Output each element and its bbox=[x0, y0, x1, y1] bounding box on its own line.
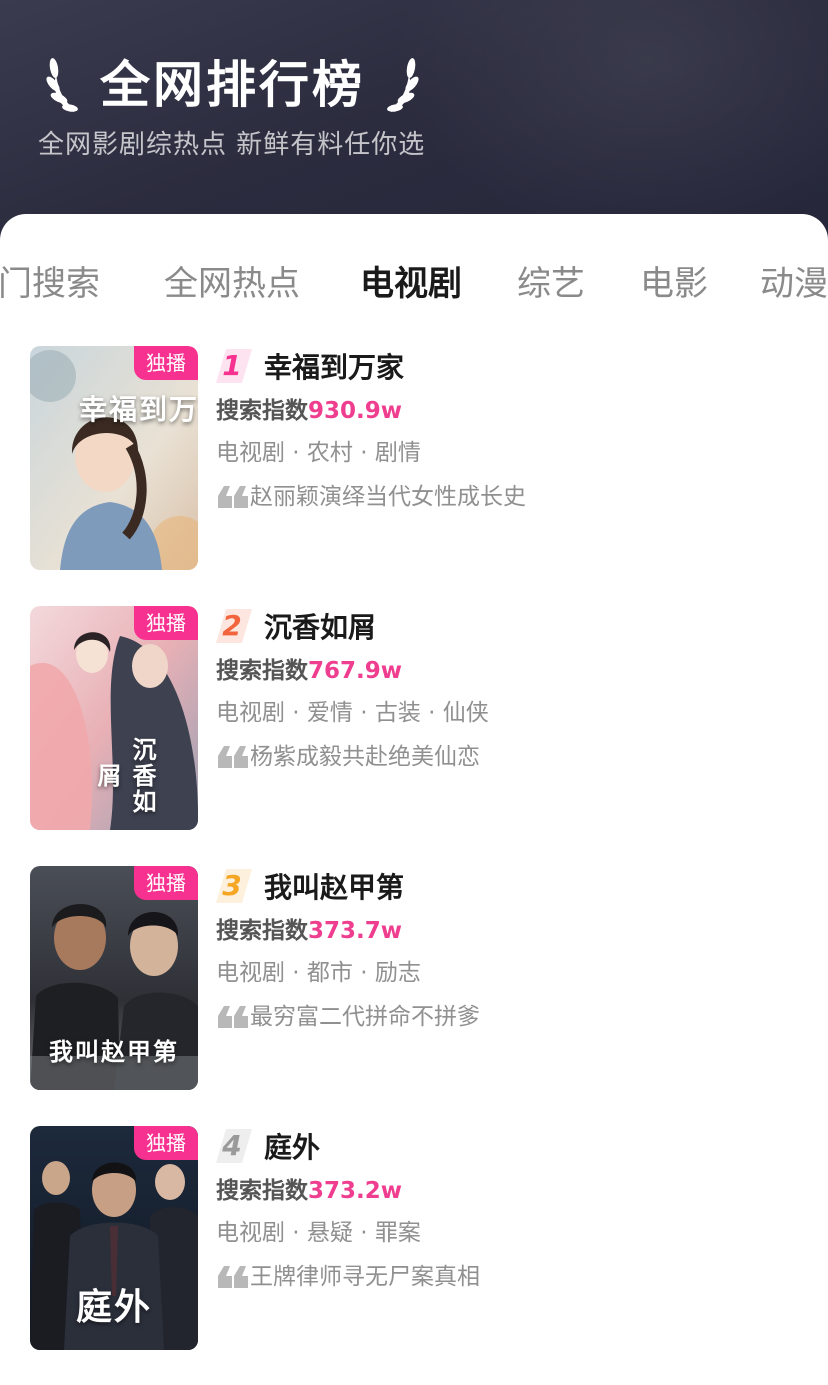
poster-title: 庭外 bbox=[75, 1286, 152, 1328]
tab-anime[interactable]: 动漫 bbox=[760, 260, 828, 308]
poster-title: 沉香如屑 bbox=[93, 737, 157, 815]
ranking-item-2[interactable]: 沉香如屑 独播 2 沉香如屑 搜索指数767.9w 电视剧 · 爱情 · 古装 … bbox=[30, 606, 800, 830]
rank-number: 2 bbox=[216, 609, 252, 643]
search-index: 搜索指数373.7w bbox=[216, 918, 402, 944]
quote-icon bbox=[218, 1006, 248, 1028]
recommend-quote: 最穷富二代拼命不拼爹 bbox=[216, 1000, 480, 1034]
genre-tags: 电视剧 · 悬疑 · 罪案 bbox=[216, 1220, 421, 1246]
rank-number: 1 bbox=[216, 349, 252, 383]
poster-title: 幸福到万家 bbox=[78, 393, 198, 426]
exclusive-badge: 独播 bbox=[134, 346, 198, 380]
poster-image[interactable]: 沉香如屑 独播 bbox=[30, 606, 198, 830]
exclusive-badge: 独播 bbox=[134, 866, 198, 900]
recommend-quote: 杨紫成毅共赴绝美仙恋 bbox=[216, 740, 480, 774]
header-glow bbox=[388, 0, 828, 240]
laurel-left-icon bbox=[46, 58, 78, 112]
content-sheet: 热门搜索 全网热点 电视剧 综艺 电影 动漫 bbox=[0, 214, 828, 1385]
genre-tags: 电视剧 · 爱情 · 古装 · 仙侠 bbox=[216, 700, 489, 726]
tab-variety[interactable]: 综艺 bbox=[517, 260, 585, 308]
tab-trending[interactable]: 全网热点 bbox=[164, 260, 300, 308]
rank-row: 1 幸福到万家 bbox=[216, 348, 404, 384]
page-title: 全网排行榜 bbox=[100, 56, 365, 114]
item-title[interactable]: 沉香如屑 bbox=[264, 606, 376, 646]
item-title[interactable]: 我叫赵甲第 bbox=[264, 866, 404, 906]
quote-icon bbox=[218, 746, 248, 768]
genre-tags: 电视剧 · 农村 · 剧情 bbox=[216, 440, 421, 466]
tab-tv-series[interactable]: 电视剧 bbox=[360, 260, 462, 308]
search-index: 搜索指数930.9w bbox=[216, 398, 402, 424]
genre-tags: 电视剧 · 都市 · 励志 bbox=[216, 960, 421, 986]
title-row: 全网排行榜 bbox=[44, 50, 421, 120]
exclusive-badge: 独播 bbox=[134, 606, 198, 640]
quote-icon bbox=[218, 486, 248, 508]
ranking-item-3[interactable]: 我叫赵甲第 独播 3 我叫赵甲第 搜索指数373.7w 电视剧 · 都市 · 励… bbox=[30, 866, 800, 1090]
page-subtitle: 全网影剧综热点 新鲜有料任你选 bbox=[38, 130, 426, 160]
recommend-quote: 赵丽颖演绎当代女性成长史 bbox=[216, 480, 526, 514]
quote-icon bbox=[218, 1266, 248, 1288]
search-index: 搜索指数373.2w bbox=[216, 1178, 402, 1204]
poster-image[interactable]: 庭外 独播 bbox=[30, 1126, 198, 1350]
rank-number: 3 bbox=[216, 869, 252, 903]
recommend-quote: 王牌律师寻无尸案真相 bbox=[216, 1260, 480, 1294]
poster-image[interactable]: 我叫赵甲第 独播 bbox=[30, 866, 198, 1090]
item-title[interactable]: 庭外 bbox=[264, 1126, 320, 1166]
ranking-item-4[interactable]: 庭外 独播 4 庭外 搜索指数373.2w 电视剧 · 悬疑 · 罪案 王牌律师… bbox=[30, 1126, 800, 1350]
rank-row: 3 我叫赵甲第 bbox=[216, 868, 404, 904]
poster-image[interactable]: 幸福到万家 独播 bbox=[30, 346, 198, 570]
rank-number: 4 bbox=[216, 1129, 252, 1163]
poster-title: 我叫赵甲第 bbox=[49, 1037, 179, 1066]
exclusive-badge: 独播 bbox=[134, 1126, 198, 1160]
rank-row: 4 庭外 bbox=[216, 1128, 320, 1164]
item-title[interactable]: 幸福到万家 bbox=[264, 346, 404, 386]
tab-movie[interactable]: 电影 bbox=[640, 260, 708, 308]
rank-row: 2 沉香如屑 bbox=[216, 608, 376, 644]
laurel-right-icon bbox=[387, 58, 419, 112]
category-tabs: 热门搜索 全网热点 电视剧 综艺 电影 动漫 bbox=[0, 214, 828, 354]
search-index: 搜索指数767.9w bbox=[216, 658, 402, 684]
ranking-item-1[interactable]: 幸福到万家 独播 1 幸福到万家 搜索指数930.9w 电视剧 · 农村 · 剧… bbox=[30, 346, 800, 570]
tab-hot-search[interactable]: 热门搜索 bbox=[0, 260, 100, 308]
